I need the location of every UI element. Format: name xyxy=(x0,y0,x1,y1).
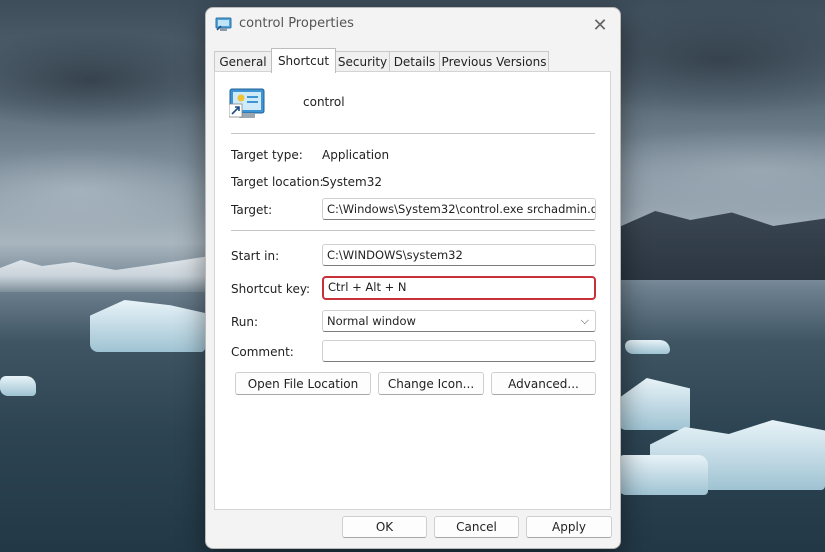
control-panel-shortcut-icon xyxy=(215,17,232,32)
start-in-label: Start in: xyxy=(231,249,280,263)
comment-label: Comment: xyxy=(231,345,294,359)
target-field[interactable]: C:\Windows\System32\control.exe srchadmi… xyxy=(322,198,596,220)
shortcut-key-label: Shortcut key: xyxy=(231,282,311,296)
shortcut-key-field[interactable]: Ctrl + Alt + N xyxy=(322,276,596,300)
tab-general[interactable]: General xyxy=(214,51,272,71)
open-file-location-button[interactable]: Open File Location xyxy=(235,372,371,395)
tab-shortcut[interactable]: Shortcut xyxy=(271,48,336,73)
target-location-label: Target location: xyxy=(231,175,324,189)
target-location-value: System32 xyxy=(322,175,383,189)
target-label: Target: xyxy=(231,203,273,217)
tab-previous-versions[interactable]: Previous Versions xyxy=(439,51,549,71)
cancel-button[interactable]: Cancel xyxy=(434,516,519,538)
wallpaper-iceberg xyxy=(90,300,205,352)
comment-field[interactable] xyxy=(322,340,596,362)
properties-dialog: control Properties ✕ General Shortcut Se… xyxy=(205,7,621,549)
wallpaper-iceberg xyxy=(618,378,690,430)
title-bar[interactable]: control Properties ✕ xyxy=(206,8,620,42)
ok-button[interactable]: OK xyxy=(342,516,427,538)
separator xyxy=(231,133,595,134)
shortcut-name: control xyxy=(303,95,345,109)
run-select[interactable]: Normal window ⌵ xyxy=(322,310,596,332)
window-title: control Properties xyxy=(239,16,354,31)
target-type-label: Target type: xyxy=(231,148,303,162)
shortcut-icon xyxy=(228,88,265,120)
tab-strip: General Shortcut Security Details Previo… xyxy=(214,48,612,73)
change-icon-button[interactable]: Change Icon... xyxy=(378,372,484,395)
tab-details[interactable]: Details xyxy=(389,51,440,71)
start-in-field[interactable]: C:\WINDOWS\system32 xyxy=(322,244,596,266)
wallpaper-iceberg xyxy=(618,455,708,495)
wallpaper-iceberg xyxy=(0,376,36,396)
shortcut-panel: control Target type: Application Target … xyxy=(214,71,611,510)
advanced-button[interactable]: Advanced... xyxy=(491,372,596,395)
wallpaper-iceberg xyxy=(625,340,670,354)
target-type-value: Application xyxy=(322,148,390,162)
chevron-down-icon[interactable]: ⌵ xyxy=(581,311,589,331)
separator xyxy=(231,230,595,231)
run-select-value: Normal window xyxy=(327,314,416,328)
apply-button[interactable]: Apply xyxy=(526,516,612,538)
tab-security[interactable]: Security xyxy=(335,51,390,71)
run-label: Run: xyxy=(231,315,259,329)
close-icon[interactable]: ✕ xyxy=(588,13,612,37)
